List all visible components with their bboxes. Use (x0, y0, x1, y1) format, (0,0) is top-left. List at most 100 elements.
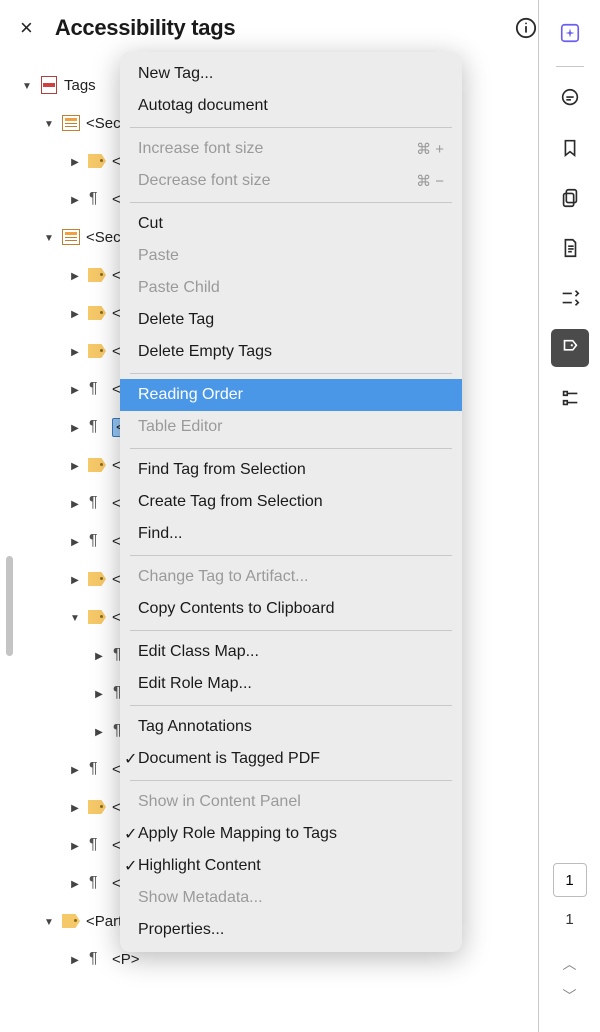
chevron-right-icon[interactable] (68, 458, 82, 472)
bookmark-icon[interactable] (551, 129, 589, 167)
paragraph-icon (89, 191, 105, 207)
menu-separator (130, 555, 452, 556)
menu-item-label: Apply Role Mapping to Tags (138, 825, 337, 843)
menu-item[interactable]: Properties... (120, 914, 462, 946)
menu-item-label: Create Tag from Selection (138, 493, 323, 511)
menu-item: Increase font size⌘ + (120, 133, 462, 165)
menu-item[interactable]: Tag Annotations (120, 711, 462, 743)
close-icon[interactable]: × (12, 15, 41, 41)
chevron-right-icon[interactable] (68, 154, 82, 168)
chevron-right-icon[interactable] (68, 496, 82, 510)
pages-icon[interactable] (551, 179, 589, 217)
chevron-down-icon[interactable] (42, 914, 56, 928)
menu-item-label: Copy Contents to Clipboard (138, 600, 335, 618)
menu-item[interactable]: Find Tag from Selection (120, 454, 462, 486)
chevron-right-icon[interactable] (92, 686, 106, 700)
menu-item[interactable]: Create Tag from Selection (120, 486, 462, 518)
menu-item-shortcut: ⌘ + (416, 140, 444, 158)
paragraph-icon (89, 875, 105, 891)
menu-item[interactable]: Find... (120, 518, 462, 550)
menu-separator (130, 705, 452, 706)
chevron-right-icon[interactable] (68, 952, 82, 966)
menu-item: Change Tag to Artifact... (120, 561, 462, 593)
menu-item[interactable]: Cut (120, 208, 462, 240)
chevron-down-icon[interactable] (68, 610, 82, 624)
chevron-right-icon[interactable] (68, 534, 82, 548)
menu-separator (130, 780, 452, 781)
chevron-down-icon[interactable] (42, 230, 56, 244)
accessibility-tags-icon[interactable] (551, 329, 589, 367)
menu-item-label: New Tag... (138, 65, 213, 83)
comments-icon[interactable] (551, 79, 589, 117)
section-icon (62, 115, 80, 131)
paragraph-icon (89, 533, 105, 549)
page-current-input[interactable]: 1 (553, 863, 587, 897)
chevron-right-icon[interactable] (68, 268, 82, 282)
chevron-right-icon[interactable] (68, 762, 82, 776)
menu-item[interactable]: Autotag document (120, 90, 462, 122)
menu-item[interactable]: ✓Highlight Content (120, 850, 462, 882)
menu-item: Decrease font size⌘ − (120, 165, 462, 197)
menu-item-label: Paste Child (138, 279, 220, 297)
menu-item[interactable]: Delete Tag (120, 304, 462, 336)
scrollbar-thumb[interactable] (6, 556, 13, 656)
page-up-icon[interactable]: ︿ (563, 954, 577, 974)
menu-item[interactable]: Edit Role Map... (120, 668, 462, 700)
menu-item-label: Table Editor (138, 418, 223, 436)
page-down-icon[interactable]: ﹀ (563, 986, 577, 1006)
chevron-down-icon[interactable] (20, 78, 34, 92)
menu-item: Show in Content Panel (120, 786, 462, 818)
menu-item-label: Decrease font size (138, 172, 271, 190)
paragraph-icon (89, 837, 105, 853)
menu-separator (130, 373, 452, 374)
menu-item[interactable]: Delete Empty Tags (120, 336, 462, 368)
context-menu: New Tag... Autotag document Increase font … (120, 52, 462, 952)
panel-header: × Accessibility tags ••• (0, 0, 600, 56)
document-icon[interactable] (551, 229, 589, 267)
menu-item[interactable]: New Tag... (120, 58, 462, 90)
menu-item-label: Document is Tagged PDF (138, 750, 320, 768)
chevron-right-icon[interactable] (68, 344, 82, 358)
chevron-right-icon[interactable] (68, 800, 82, 814)
menu-item-label: Delete Empty Tags (138, 343, 272, 361)
menu-item-label: Find... (138, 525, 182, 543)
tag-icon (88, 610, 106, 624)
tag-icon (88, 268, 106, 282)
tag-icon (88, 572, 106, 586)
chevron-right-icon[interactable] (68, 306, 82, 320)
menu-item-label: Highlight Content (138, 857, 261, 875)
tag-icon (88, 800, 106, 814)
tree-item-label: <P> (112, 951, 140, 968)
tag-icon (88, 306, 106, 320)
menu-separator (130, 202, 452, 203)
menu-item-label: Change Tag to Artifact... (138, 568, 308, 586)
chevron-right-icon[interactable] (68, 876, 82, 890)
chevron-right-icon[interactable] (68, 838, 82, 852)
menu-item: Paste Child (120, 272, 462, 304)
tag-icon (88, 154, 106, 168)
structure-icon[interactable] (551, 379, 589, 417)
chevron-down-icon[interactable] (42, 116, 56, 130)
paragraph-icon (89, 951, 105, 967)
chevron-right-icon[interactable] (68, 192, 82, 206)
menu-item[interactable]: ✓Apply Role Mapping to Tags (120, 818, 462, 850)
paragraph-icon (89, 495, 105, 511)
menu-separator (130, 127, 452, 128)
menu-item[interactable]: ✓Document is Tagged PDF (120, 743, 462, 775)
chevron-right-icon[interactable] (92, 648, 106, 662)
menu-item[interactable]: Reading Order (120, 379, 462, 411)
reading-order-icon[interactable] (551, 279, 589, 317)
chevron-right-icon[interactable] (68, 382, 82, 396)
menu-item[interactable]: Edit Class Map... (120, 636, 462, 668)
menu-item[interactable]: Copy Contents to Clipboard (120, 593, 462, 625)
rail-separator (556, 66, 584, 67)
chevron-right-icon[interactable] (92, 724, 106, 738)
chevron-right-icon[interactable] (68, 572, 82, 586)
ai-sparkle-icon[interactable] (551, 14, 589, 52)
chevron-right-icon[interactable] (68, 420, 82, 434)
paragraph-icon (89, 761, 105, 777)
rail-page-nav: 1 1 ︿ ﹀ (539, 863, 600, 1032)
menu-item-label: Cut (138, 215, 163, 233)
menu-item: Table Editor (120, 411, 462, 443)
tag-icon (88, 458, 106, 472)
